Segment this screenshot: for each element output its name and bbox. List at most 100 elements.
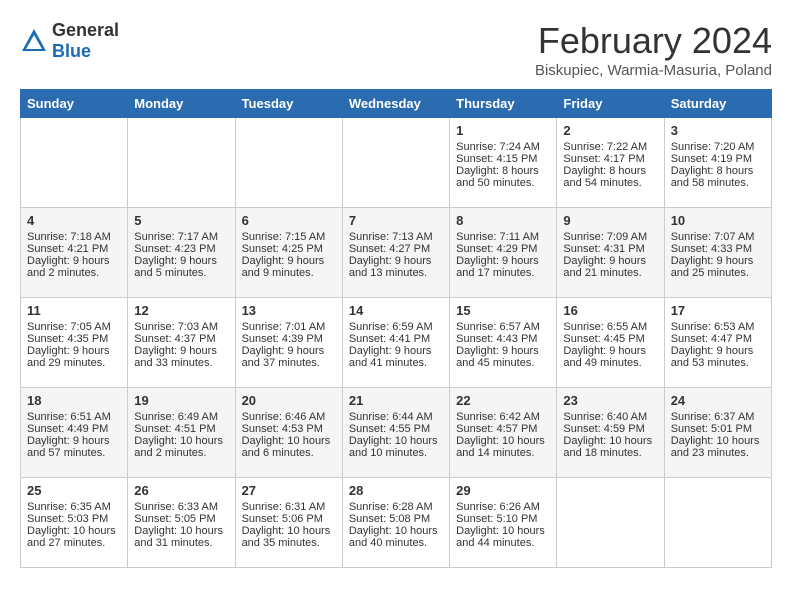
- calendar-cell: 19 Sunrise: 6:49 AM Sunset: 4:51 PM Dayl…: [128, 388, 235, 478]
- sunrise: Sunrise: 6:53 AM: [671, 321, 755, 333]
- sunrise: Sunrise: 7:18 AM: [27, 231, 111, 243]
- daylight: Daylight: 9 hours and 5 minutes.: [134, 255, 217, 279]
- daylight: Daylight: 10 hours and 18 minutes.: [563, 435, 652, 459]
- sunrise: Sunrise: 7:15 AM: [242, 231, 326, 243]
- week-row-3: 11 Sunrise: 7:05 AM Sunset: 4:35 PM Dayl…: [21, 298, 772, 388]
- daylight: Daylight: 10 hours and 44 minutes.: [456, 525, 545, 549]
- sunrise: Sunrise: 6:57 AM: [456, 321, 540, 333]
- sunset: Sunset: 4:41 PM: [349, 333, 430, 345]
- page-header: General Blue February 2024 Biskupiec, Wa…: [20, 20, 772, 79]
- day-number: 6: [242, 213, 336, 228]
- sunset: Sunset: 4:23 PM: [134, 243, 215, 255]
- calendar-cell: 3 Sunrise: 7:20 AM Sunset: 4:19 PM Dayli…: [664, 118, 771, 208]
- daylight: Daylight: 9 hours and 13 minutes.: [349, 255, 432, 279]
- sunset: Sunset: 5:03 PM: [27, 513, 108, 525]
- sunrise: Sunrise: 7:20 AM: [671, 141, 755, 153]
- daylight: Daylight: 10 hours and 6 minutes.: [242, 435, 331, 459]
- daylight: Daylight: 8 hours and 50 minutes.: [456, 165, 539, 189]
- sunset: Sunset: 5:10 PM: [456, 513, 537, 525]
- calendar-cell: 15 Sunrise: 6:57 AM Sunset: 4:43 PM Dayl…: [450, 298, 557, 388]
- day-number: 2: [563, 123, 657, 138]
- daylight: Daylight: 9 hours and 37 minutes.: [242, 345, 325, 369]
- day-number: 4: [27, 213, 121, 228]
- sunset: Sunset: 4:55 PM: [349, 423, 430, 435]
- daylight: Daylight: 8 hours and 54 minutes.: [563, 165, 646, 189]
- calendar-cell: 11 Sunrise: 7:05 AM Sunset: 4:35 PM Dayl…: [21, 298, 128, 388]
- calendar-cell: 21 Sunrise: 6:44 AM Sunset: 4:55 PM Dayl…: [342, 388, 449, 478]
- calendar-cell: 18 Sunrise: 6:51 AM Sunset: 4:49 PM Dayl…: [21, 388, 128, 478]
- day-number: 26: [134, 483, 228, 498]
- calendar-cell: 8 Sunrise: 7:11 AM Sunset: 4:29 PM Dayli…: [450, 208, 557, 298]
- day-number: 16: [563, 303, 657, 318]
- sunrise: Sunrise: 6:59 AM: [349, 321, 433, 333]
- calendar-cell: 5 Sunrise: 7:17 AM Sunset: 4:23 PM Dayli…: [128, 208, 235, 298]
- week-row-4: 18 Sunrise: 6:51 AM Sunset: 4:49 PM Dayl…: [21, 388, 772, 478]
- day-number: 13: [242, 303, 336, 318]
- daylight: Daylight: 8 hours and 58 minutes.: [671, 165, 754, 189]
- day-number: 7: [349, 213, 443, 228]
- sunset: Sunset: 4:19 PM: [671, 153, 752, 165]
- calendar-cell: [664, 478, 771, 568]
- calendar-cell: 9 Sunrise: 7:09 AM Sunset: 4:31 PM Dayli…: [557, 208, 664, 298]
- sunrise: Sunrise: 7:01 AM: [242, 321, 326, 333]
- sunset: Sunset: 4:37 PM: [134, 333, 215, 345]
- day-number: 14: [349, 303, 443, 318]
- sunset: Sunset: 5:06 PM: [242, 513, 323, 525]
- sunset: Sunset: 4:49 PM: [27, 423, 108, 435]
- calendar-cell: 27 Sunrise: 6:31 AM Sunset: 5:06 PM Dayl…: [235, 478, 342, 568]
- sunrise: Sunrise: 6:26 AM: [456, 501, 540, 513]
- calendar-table: SundayMondayTuesdayWednesdayThursdayFrid…: [20, 89, 772, 568]
- week-row-5: 25 Sunrise: 6:35 AM Sunset: 5:03 PM Dayl…: [21, 478, 772, 568]
- daylight: Daylight: 9 hours and 2 minutes.: [27, 255, 110, 279]
- calendar-cell: 12 Sunrise: 7:03 AM Sunset: 4:37 PM Dayl…: [128, 298, 235, 388]
- calendar-cell: 1 Sunrise: 7:24 AM Sunset: 4:15 PM Dayli…: [450, 118, 557, 208]
- sunset: Sunset: 4:33 PM: [671, 243, 752, 255]
- logo: General Blue: [20, 20, 119, 62]
- calendar-cell: 17 Sunrise: 6:53 AM Sunset: 4:47 PM Dayl…: [664, 298, 771, 388]
- day-number: 22: [456, 393, 550, 408]
- logo-icon: [20, 27, 48, 55]
- day-number: 12: [134, 303, 228, 318]
- daylight: Daylight: 9 hours and 49 minutes.: [563, 345, 646, 369]
- weekday-header-wednesday: Wednesday: [342, 90, 449, 118]
- logo-blue: Blue: [52, 41, 91, 61]
- sunset: Sunset: 4:27 PM: [349, 243, 430, 255]
- daylight: Daylight: 10 hours and 35 minutes.: [242, 525, 331, 549]
- weekday-header-thursday: Thursday: [450, 90, 557, 118]
- day-number: 25: [27, 483, 121, 498]
- weekday-header-row: SundayMondayTuesdayWednesdayThursdayFrid…: [21, 90, 772, 118]
- sunrise: Sunrise: 7:11 AM: [456, 231, 539, 243]
- daylight: Daylight: 9 hours and 29 minutes.: [27, 345, 110, 369]
- day-number: 24: [671, 393, 765, 408]
- sunrise: Sunrise: 6:33 AM: [134, 501, 218, 513]
- sunset: Sunset: 4:21 PM: [27, 243, 108, 255]
- sunrise: Sunrise: 7:13 AM: [349, 231, 433, 243]
- sunrise: Sunrise: 6:35 AM: [27, 501, 111, 513]
- day-number: 20: [242, 393, 336, 408]
- sunrise: Sunrise: 7:09 AM: [563, 231, 647, 243]
- sunrise: Sunrise: 7:03 AM: [134, 321, 218, 333]
- weekday-header-monday: Monday: [128, 90, 235, 118]
- calendar-cell: [21, 118, 128, 208]
- sunrise: Sunrise: 6:44 AM: [349, 411, 433, 423]
- daylight: Daylight: 9 hours and 21 minutes.: [563, 255, 646, 279]
- location-title: Biskupiec, Warmia-Masuria, Poland: [535, 62, 772, 79]
- sunset: Sunset: 4:45 PM: [563, 333, 644, 345]
- calendar-cell: [342, 118, 449, 208]
- sunrise: Sunrise: 6:28 AM: [349, 501, 433, 513]
- sunset: Sunset: 4:31 PM: [563, 243, 644, 255]
- month-title: February 2024: [535, 20, 772, 62]
- weekday-header-sunday: Sunday: [21, 90, 128, 118]
- day-number: 17: [671, 303, 765, 318]
- daylight: Daylight: 9 hours and 9 minutes.: [242, 255, 325, 279]
- sunrise: Sunrise: 6:49 AM: [134, 411, 218, 423]
- day-number: 18: [27, 393, 121, 408]
- sunrise: Sunrise: 6:51 AM: [27, 411, 111, 423]
- day-number: 23: [563, 393, 657, 408]
- sunset: Sunset: 4:43 PM: [456, 333, 537, 345]
- sunset: Sunset: 4:35 PM: [27, 333, 108, 345]
- calendar-cell: 14 Sunrise: 6:59 AM Sunset: 4:41 PM Dayl…: [342, 298, 449, 388]
- sunset: Sunset: 5:01 PM: [671, 423, 752, 435]
- daylight: Daylight: 9 hours and 33 minutes.: [134, 345, 217, 369]
- calendar-cell: 23 Sunrise: 6:40 AM Sunset: 4:59 PM Dayl…: [557, 388, 664, 478]
